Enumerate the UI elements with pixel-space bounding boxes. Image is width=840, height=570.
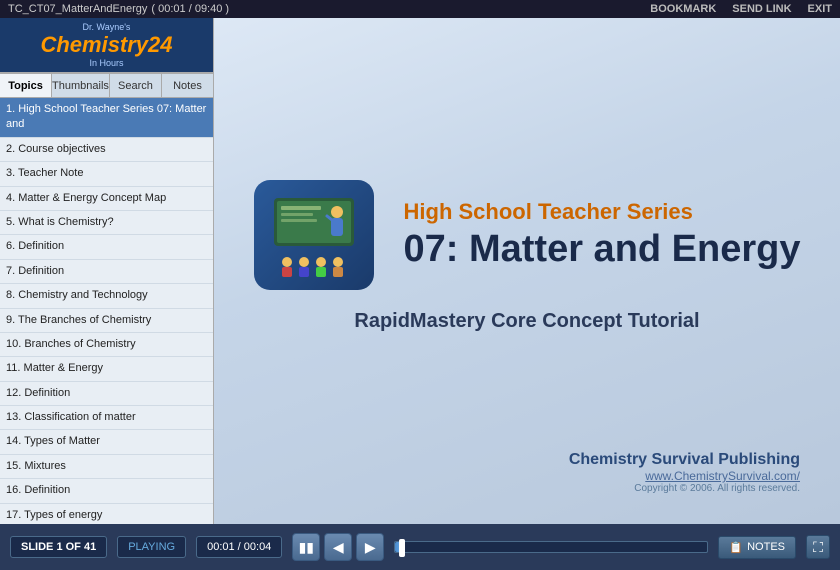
sidebar-tabs: Topics Thumbnails Search Notes	[0, 74, 213, 98]
prev-button[interactable]: ◀	[324, 533, 352, 561]
sendlink-button[interactable]: SEND LINK	[732, 3, 791, 15]
notes-label: NOTES	[747, 541, 785, 553]
logo-area: Dr. Wayne's Chemistry24 In Hours	[0, 18, 213, 74]
slide-title-area: High School Teacher Series 07: Matter an…	[404, 199, 801, 271]
tab-thumbnails[interactable]: Thumbnails	[52, 74, 110, 97]
slide-footer: Chemistry Survival Publishing www.Chemis…	[569, 451, 800, 494]
sidebar-item[interactable]: 10. Branches of Chemistry	[0, 333, 213, 357]
slide-subtitle: RapidMastery Core Concept Tutorial	[354, 310, 699, 333]
presentation-time: ( 00:01 / 09:40 )	[151, 3, 229, 15]
expand-button[interactable]: ⛶	[806, 535, 830, 559]
sidebar-item[interactable]: 1. High School Teacher Series 07: Matter…	[0, 98, 213, 138]
sidebar-item[interactable]: 15. Mixtures	[0, 455, 213, 479]
logo-drwaynes: Dr. Wayne's	[40, 22, 172, 32]
sidebar: Dr. Wayne's Chemistry24 In Hours Topics …	[0, 18, 214, 524]
sidebar-item[interactable]: 4. Matter & Energy Concept Map	[0, 187, 213, 211]
slide-icon	[254, 180, 374, 290]
sidebar-item[interactable]: 17. Types of energy	[0, 504, 213, 524]
sidebar-item[interactable]: 16. Definition	[0, 479, 213, 503]
slide-counter: SLIDE 1 OF 41	[10, 536, 107, 558]
sidebar-item[interactable]: 2. Course objectives	[0, 138, 213, 162]
slide-header: High School Teacher Series 07: Matter an…	[254, 180, 801, 290]
publisher-url[interactable]: www.ChemistrySurvival.com/	[569, 469, 800, 483]
playing-label: PLAYING	[117, 536, 186, 558]
main-layout: Dr. Wayne's Chemistry24 In Hours Topics …	[0, 18, 840, 524]
top-bar: TC_CT07_MatterAndEnergy ( 00:01 / 09:40 …	[0, 0, 840, 18]
pause-button[interactable]: ▮▮	[292, 533, 320, 561]
bottom-bar: SLIDE 1 OF 41 PLAYING 00:01 / 00:04 ▮▮ ◀…	[0, 524, 840, 570]
sidebar-item[interactable]: 5. What is Chemistry?	[0, 211, 213, 235]
tab-search[interactable]: Search	[110, 74, 162, 97]
sidebar-item[interactable]: 14. Types of Matter	[0, 430, 213, 454]
sidebar-item[interactable]: 11. Matter & Energy	[0, 357, 213, 381]
sidebar-list-wrapper: 1. High School Teacher Series 07: Matter…	[0, 98, 213, 524]
logo-tagline: In Hours	[40, 58, 172, 68]
tab-notes[interactable]: Notes	[162, 74, 213, 97]
sidebar-item[interactable]: 12. Definition	[0, 382, 213, 406]
sidebar-item[interactable]: 13. Classification of matter	[0, 406, 213, 430]
sidebar-item[interactable]: 9. The Branches of Chemistry	[0, 309, 213, 333]
presentation-title: TC_CT07_MatterAndEnergy	[8, 3, 147, 15]
next-button[interactable]: ▶	[356, 533, 384, 561]
bookmark-button[interactable]: BOOKMARK	[650, 3, 716, 15]
slide-main-title: 07: Matter and Energy	[404, 229, 801, 271]
teacher-illustration	[269, 190, 359, 280]
slide-series-title: High School Teacher Series	[404, 199, 801, 225]
publisher-name: Chemistry Survival Publishing	[569, 451, 800, 469]
top-bar-left: TC_CT07_MatterAndEnergy ( 00:01 / 09:40 …	[8, 3, 229, 15]
exit-button[interactable]: EXIT	[808, 3, 832, 15]
progress-thumb	[399, 539, 405, 557]
logo-brand: Chemistry24	[40, 32, 172, 58]
progress-bar[interactable]	[394, 541, 708, 553]
publisher-copyright: Copyright © 2006. All rights reserved.	[569, 483, 800, 494]
content-area: High School Teacher Series 07: Matter an…	[214, 18, 840, 524]
tab-topics[interactable]: Topics	[0, 74, 52, 97]
sidebar-item[interactable]: 3. Teacher Note	[0, 162, 213, 186]
top-bar-right: BOOKMARK SEND LINK EXIT	[650, 3, 832, 15]
notes-button[interactable]: 📋 NOTES	[718, 536, 796, 559]
playback-controls: ▮▮ ◀ ▶	[292, 533, 384, 561]
sidebar-list: 1. High School Teacher Series 07: Matter…	[0, 98, 213, 524]
slide-content: High School Teacher Series 07: Matter an…	[234, 38, 820, 504]
sidebar-item[interactable]: 7. Definition	[0, 260, 213, 284]
logo-text: Dr. Wayne's Chemistry24 In Hours	[40, 22, 172, 68]
time-display: 00:01 / 00:04	[196, 536, 282, 558]
sidebar-item[interactable]: 8. Chemistry and Technology	[0, 284, 213, 308]
sidebar-item[interactable]: 6. Definition	[0, 235, 213, 259]
